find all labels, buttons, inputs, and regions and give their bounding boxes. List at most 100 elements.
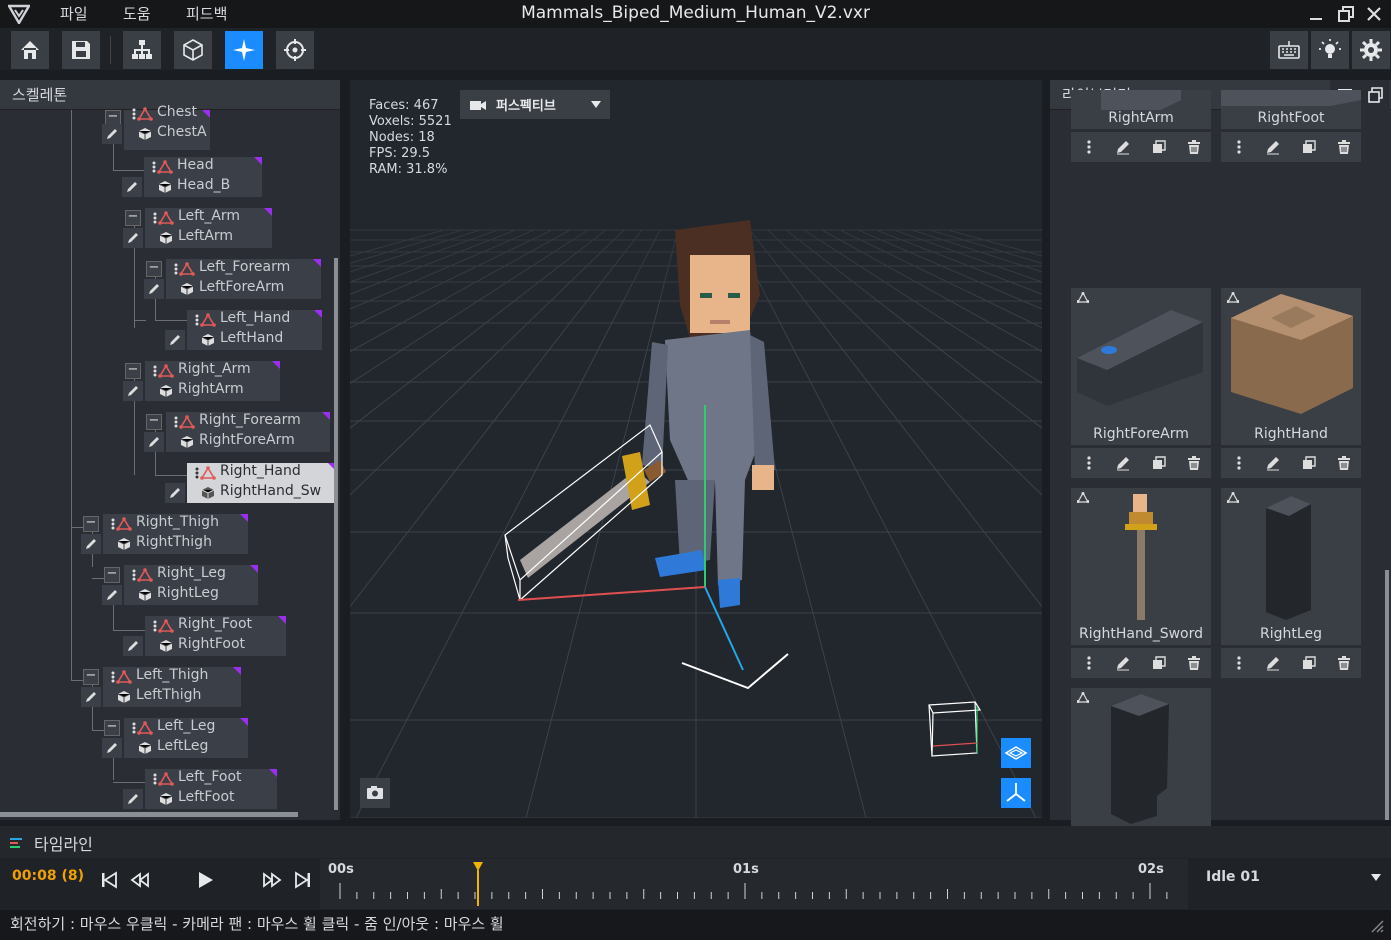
library-item[interactable]: RightFoot — [1221, 0, 1361, 162]
skeleton-node[interactable]: Left_Forearm LeftForeArm — [144, 259, 321, 299]
pencil-icon[interactable] — [1263, 137, 1283, 157]
collapse-toggle[interactable]: − — [146, 261, 162, 277]
close-icon[interactable] — [1364, 4, 1384, 24]
undock-icon[interactable] — [1360, 80, 1390, 110]
save-button[interactable] — [62, 31, 100, 69]
item-preview[interactable] — [1071, 488, 1211, 645]
item-preview[interactable] — [1071, 688, 1211, 845]
item-menu-icon[interactable] — [1079, 653, 1099, 673]
collapse-toggle[interactable]: − — [83, 516, 99, 532]
pencil-icon[interactable] — [1263, 653, 1283, 673]
mesh-name: RightArm — [178, 381, 244, 397]
duplicate-icon[interactable] — [1149, 653, 1169, 673]
hierarchy-button[interactable] — [123, 31, 161, 69]
next-frame-button[interactable] — [257, 864, 287, 896]
grid-toggle-button[interactable] — [1001, 738, 1031, 768]
duplicate-icon[interactable] — [1149, 453, 1169, 473]
skeleton-horizontal-scrollbar[interactable] — [0, 812, 298, 817]
pencil-icon[interactable] — [81, 687, 101, 707]
duplicate-icon[interactable] — [1299, 137, 1319, 157]
trash-icon[interactable] — [1334, 453, 1354, 473]
playhead[interactable] — [471, 862, 485, 906]
pencil-icon[interactable] — [144, 432, 164, 452]
collapse-toggle[interactable]: − — [125, 363, 141, 379]
skeleton-node[interactable]: Right_Forearm RightForeArm — [144, 412, 330, 452]
trash-icon[interactable] — [1184, 137, 1204, 157]
axis-toggle-button[interactable] — [1001, 778, 1031, 808]
skeleton-node[interactable]: Left_Thigh LeftThigh — [81, 667, 241, 707]
collapse-toggle[interactable]: − — [104, 567, 120, 583]
pencil-icon[interactable] — [123, 381, 143, 401]
item-menu-icon[interactable] — [1079, 137, 1099, 157]
skeleton-node[interactable]: Right_Arm RightArm — [123, 361, 280, 401]
skeleton-node[interactable]: Right_Foot RightFoot — [123, 616, 286, 656]
pencil-icon[interactable] — [165, 330, 185, 350]
library-item[interactable]: RightHand_Sword — [1071, 488, 1211, 678]
trash-icon[interactable] — [1334, 653, 1354, 673]
collapse-toggle[interactable]: − — [104, 720, 120, 736]
pencil-icon[interactable] — [122, 177, 142, 197]
resize-grip-icon[interactable] — [1368, 917, 1384, 933]
animate-button[interactable] — [225, 31, 263, 69]
collapse-toggle[interactable]: − — [83, 669, 99, 685]
skeleton-scrollbar[interactable] — [334, 258, 338, 810]
item-menu-icon[interactable] — [1229, 653, 1249, 673]
item-preview[interactable] — [1071, 288, 1211, 445]
collapse-toggle[interactable]: − — [125, 210, 141, 226]
go-to-start-button[interactable] — [94, 864, 124, 896]
library-item[interactable]: RightHand — [1221, 288, 1361, 478]
pencil-icon[interactable] — [1263, 453, 1283, 473]
skeleton-node[interactable]: Right_Thigh RightThigh — [81, 514, 248, 554]
render-button[interactable] — [276, 31, 314, 69]
library-item[interactable]: RightArm — [1071, 0, 1211, 162]
previous-frame-button[interactable] — [125, 864, 155, 896]
collapse-toggle[interactable]: − — [146, 414, 162, 430]
library-scrollbar[interactable] — [1385, 570, 1389, 820]
item-menu-icon[interactable] — [1079, 453, 1099, 473]
axis-cube[interactable] — [928, 701, 982, 757]
pencil-icon[interactable] — [81, 534, 101, 554]
skeleton-node[interactable]: Right_Hand RightHand_Sw — [165, 463, 336, 503]
duplicate-icon[interactable] — [1299, 653, 1319, 673]
pencil-icon[interactable] — [165, 483, 185, 503]
duplicate-icon[interactable] — [1299, 453, 1319, 473]
screenshot-button[interactable] — [360, 778, 390, 808]
trash-icon[interactable] — [1184, 453, 1204, 473]
go-to-end-button[interactable] — [288, 864, 318, 896]
viewport-scene[interactable] — [350, 80, 1042, 818]
item-preview[interactable] — [1221, 488, 1361, 645]
pencil-icon[interactable] — [102, 738, 122, 758]
trash-icon[interactable] — [1334, 137, 1354, 157]
voxel-edit-button[interactable] — [174, 31, 212, 69]
library-item[interactable]: RightLeg — [1221, 488, 1361, 678]
pencil-icon[interactable] — [144, 279, 164, 299]
skeleton-node[interactable]: Left_Arm LeftArm — [123, 208, 272, 248]
skeleton-node[interactable]: Left_Hand LeftHand — [165, 310, 322, 350]
library-item[interactable]: RightForeArm — [1071, 288, 1211, 478]
skeleton-node[interactable]: Left_Leg LeftLeg — [102, 718, 248, 758]
chevron-down-icon[interactable] — [1370, 873, 1382, 882]
pencil-icon[interactable] — [102, 124, 122, 144]
pencil-icon[interactable] — [1113, 453, 1133, 473]
play-button[interactable] — [190, 864, 220, 896]
pencil-icon[interactable] — [1113, 137, 1133, 157]
trash-icon[interactable] — [1184, 653, 1204, 673]
skeleton-node[interactable]: Chest ChestA — [102, 104, 210, 150]
pencil-icon[interactable] — [123, 228, 143, 248]
bone-name: Right_Forearm — [199, 412, 301, 428]
pencil-icon[interactable] — [123, 636, 143, 656]
skeleton-node[interactable]: Right_Leg RightLeg — [102, 565, 258, 605]
pencil-icon[interactable] — [123, 789, 143, 809]
3d-viewport[interactable] — [350, 80, 1042, 818]
skeleton-node[interactable]: Head Head_B — [122, 157, 262, 197]
home-button[interactable] — [11, 31, 49, 69]
item-menu-icon[interactable] — [1229, 137, 1249, 157]
duplicate-icon[interactable] — [1149, 137, 1169, 157]
pencil-icon[interactable] — [102, 585, 122, 605]
camera-mode-dropdown[interactable]: 퍼스펙티브 — [460, 90, 610, 119]
pencil-icon[interactable] — [1113, 653, 1133, 673]
item-preview[interactable] — [1221, 288, 1361, 445]
item-menu-icon[interactable] — [1229, 453, 1249, 473]
skeleton-node[interactable]: Left_Foot LeftFoot — [123, 769, 277, 809]
bone-icon — [198, 463, 218, 483]
